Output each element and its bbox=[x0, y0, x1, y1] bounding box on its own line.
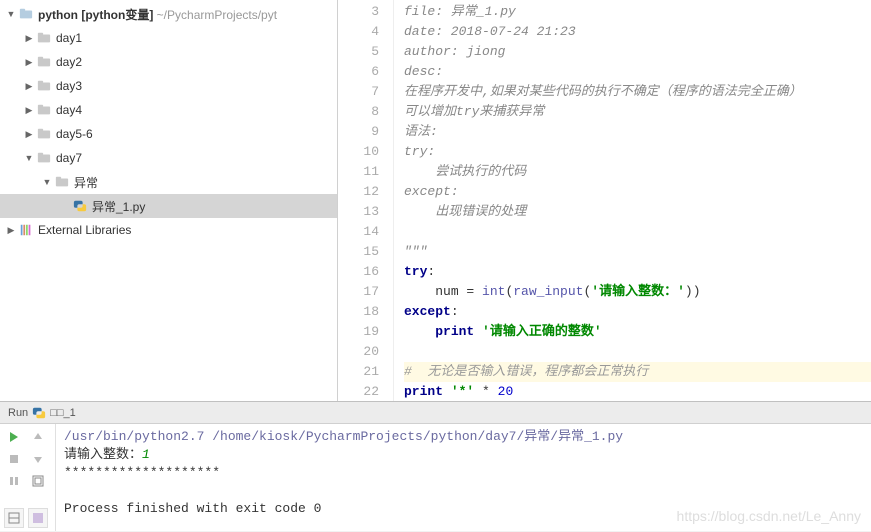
stop-button[interactable] bbox=[4, 449, 24, 469]
tree-subfolder[interactable]: 异常 bbox=[0, 170, 337, 194]
expand-icon[interactable] bbox=[24, 105, 34, 115]
folder-icon bbox=[37, 127, 51, 141]
folder-icon bbox=[37, 55, 51, 69]
rerun-button[interactable] bbox=[4, 427, 24, 447]
folder-label: day2 bbox=[56, 55, 82, 69]
expand-icon[interactable] bbox=[24, 33, 34, 43]
folder-icon bbox=[37, 31, 51, 45]
down-button[interactable] bbox=[28, 449, 48, 469]
folder-label: day5-6 bbox=[56, 127, 93, 141]
folder-icon bbox=[19, 7, 33, 21]
tree-external-libs[interactable]: External Libraries bbox=[0, 218, 337, 242]
expand-icon[interactable] bbox=[24, 57, 34, 67]
tree-folder[interactable]: day3 bbox=[0, 74, 337, 98]
tree-root[interactable]: python [python变量] ~/PycharmProjects/pyt bbox=[0, 2, 337, 26]
run-config-label: □□_1 bbox=[50, 407, 76, 419]
tree-file-selected[interactable]: 异常_1.py bbox=[0, 194, 337, 218]
folder-label: day7 bbox=[56, 151, 82, 165]
line-gutter: 345678910111213141516171819202122 bbox=[338, 0, 394, 401]
tree-folder[interactable]: day2 bbox=[0, 50, 337, 74]
external-label: External Libraries bbox=[38, 223, 131, 237]
code-editor[interactable]: 345678910111213141516171819202122 file: … bbox=[338, 0, 871, 401]
settings-button[interactable] bbox=[28, 471, 48, 491]
pause-button[interactable] bbox=[4, 471, 24, 491]
todo-icon[interactable] bbox=[28, 508, 48, 528]
tree-folder[interactable]: day5-6 bbox=[0, 122, 337, 146]
folder-label: day1 bbox=[56, 31, 82, 45]
project-tree: python [python变量] ~/PycharmProjects/pyt … bbox=[0, 0, 338, 401]
tree-folder[interactable]: day1 bbox=[0, 26, 337, 50]
run-label: Run bbox=[8, 407, 28, 419]
up-button[interactable] bbox=[28, 427, 48, 447]
expand-icon[interactable] bbox=[6, 225, 16, 235]
folder-icon bbox=[37, 103, 51, 117]
bottom-status-icons bbox=[4, 508, 48, 528]
folder-label: day4 bbox=[56, 103, 82, 117]
tree-root-label: python [python变量] ~/PycharmProjects/pyt bbox=[38, 6, 277, 23]
console-exit: Process finished with exit code 0 bbox=[64, 500, 863, 518]
console-command: /usr/bin/python2.7 /home/kiosk/PycharmPr… bbox=[64, 428, 863, 446]
run-console[interactable]: /usr/bin/python2.7 /home/kiosk/PycharmPr… bbox=[56, 424, 871, 531]
folder-label: 异常 bbox=[74, 174, 98, 191]
folder-icon bbox=[37, 79, 51, 93]
folder-icon bbox=[55, 175, 69, 189]
console-output: ******************** bbox=[64, 464, 863, 482]
expand-icon[interactable] bbox=[24, 81, 34, 91]
folder-icon bbox=[37, 151, 51, 165]
library-icon bbox=[19, 223, 33, 237]
expand-icon[interactable] bbox=[24, 129, 34, 139]
tree-folder[interactable]: day4 bbox=[0, 98, 337, 122]
run-panel: Run □□_1 /usr/bin/python2.7 /home/kiosk/… bbox=[0, 401, 871, 531]
console-line: 请输入整数：1 bbox=[64, 446, 863, 464]
layout-icon[interactable] bbox=[4, 508, 24, 528]
code-area[interactable]: file: 异常_1.py date: 2018-07-24 21:23 aut… bbox=[394, 0, 871, 401]
expand-icon[interactable] bbox=[42, 177, 52, 187]
file-label: 异常_1.py bbox=[92, 198, 145, 215]
folder-label: day3 bbox=[56, 79, 82, 93]
python-icon bbox=[32, 406, 46, 420]
expand-icon[interactable] bbox=[6, 9, 16, 19]
expand-icon[interactable] bbox=[24, 153, 34, 163]
python-file-icon bbox=[73, 199, 87, 213]
tree-folder-day7[interactable]: day7 bbox=[0, 146, 337, 170]
run-header[interactable]: Run □□_1 bbox=[0, 402, 871, 424]
